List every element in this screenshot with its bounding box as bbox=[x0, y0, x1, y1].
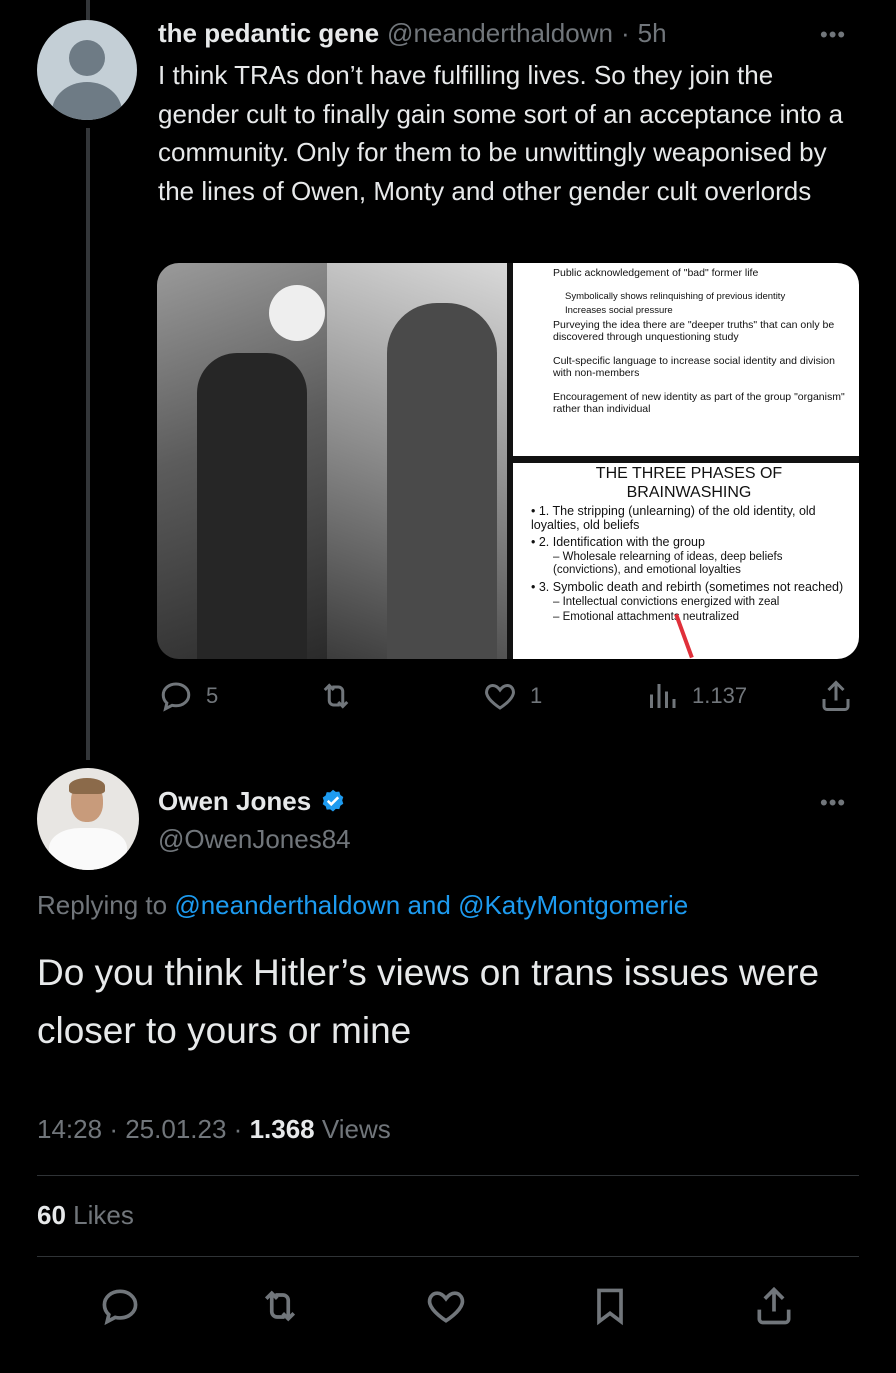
parent-tweet-header: the pedantic gene @neanderthaldown · 5h bbox=[158, 18, 667, 49]
more-options-icon[interactable]: ••• bbox=[820, 790, 846, 816]
figure-silhouette bbox=[197, 353, 307, 659]
slide-line: Cult-specific language to increase socia… bbox=[553, 355, 835, 379]
retweet-button[interactable] bbox=[318, 678, 366, 714]
default-avatar-head bbox=[69, 40, 105, 76]
share-button[interactable] bbox=[818, 678, 854, 714]
meta-dot: · bbox=[233, 1114, 243, 1144]
replying-prefix: Replying to bbox=[37, 890, 168, 920]
verified-icon bbox=[322, 789, 344, 811]
reply-button[interactable]: 5 bbox=[158, 678, 218, 714]
bookmark-button[interactable] bbox=[588, 1284, 632, 1328]
views-button[interactable]: 1.137 bbox=[644, 678, 747, 714]
author-avatar[interactable] bbox=[37, 768, 139, 870]
header-separator: · bbox=[620, 18, 630, 48]
reply-mention-2[interactable]: @KatyMontgomerie bbox=[458, 890, 688, 920]
tweet-date[interactable]: 25.01.23 bbox=[125, 1114, 226, 1144]
slide-line: Increases social pressure bbox=[565, 305, 673, 316]
thread-line bbox=[86, 128, 90, 760]
media-slide-top: Public acknowledgement of "bad" former l… bbox=[513, 263, 859, 456]
replying-to: Replying to @neanderthaldown and @KatyMo… bbox=[37, 890, 688, 921]
parent-tweet-text: I think TRAs don’t have fulfilling lives… bbox=[158, 60, 844, 206]
retweet-icon bbox=[323, 683, 349, 709]
share-icon bbox=[822, 680, 850, 711]
slide-point: • 3. Symbolic death and rebirth (sometim… bbox=[531, 580, 844, 594]
parent-avatar[interactable] bbox=[37, 20, 137, 120]
slide-subpoint: – Emotional attachments neutralized bbox=[553, 611, 740, 623]
reply-icon bbox=[161, 682, 191, 712]
views-label: Views bbox=[321, 1114, 391, 1144]
like-count: 1 bbox=[530, 683, 543, 708]
slide-subpoint: – Intellectual convictions energized wit… bbox=[553, 596, 780, 608]
author-name-row[interactable]: Owen Jones bbox=[158, 786, 347, 817]
reply-mention-1[interactable]: @neanderthaldown bbox=[174, 890, 400, 920]
slide-line: Encouragement of new identity as part of… bbox=[553, 391, 845, 415]
retweet-icon bbox=[264, 1290, 296, 1322]
retweet-button[interactable] bbox=[258, 1284, 302, 1328]
slide-title: BRAINWASHING bbox=[626, 484, 752, 501]
tweet-time[interactable]: 14:28 bbox=[37, 1114, 102, 1144]
likes-summary[interactable]: 60 Likes bbox=[37, 1200, 134, 1231]
meta-dot: · bbox=[109, 1114, 118, 1144]
slide-point: • 1. The stripping (unlearning) of the o… bbox=[531, 504, 816, 532]
slide-title: THE THREE PHASES OF bbox=[595, 465, 783, 482]
views-count: 1.137 bbox=[692, 683, 748, 708]
share-icon bbox=[757, 1286, 791, 1325]
parent-tweet-actions: 5 1 1.137 bbox=[158, 678, 858, 718]
views-icon bbox=[650, 684, 676, 708]
author-name[interactable]: Owen Jones bbox=[158, 786, 311, 817]
slide-subpoint: – Wholesale relearning of ideas, deep be… bbox=[553, 551, 783, 576]
like-button[interactable] bbox=[424, 1284, 468, 1328]
figure-silhouette-2 bbox=[387, 303, 497, 659]
likes-total: 60 bbox=[37, 1200, 66, 1230]
like-icon bbox=[427, 1291, 465, 1323]
like-icon bbox=[485, 683, 515, 710]
default-avatar-torso bbox=[52, 82, 122, 120]
like-button[interactable]: 1 bbox=[482, 678, 542, 714]
divider bbox=[37, 1256, 859, 1257]
slide-line: Public acknowledgement of "bad" former l… bbox=[553, 267, 759, 279]
avatar-shirt bbox=[49, 828, 127, 870]
parent-author-name[interactable]: the pedantic gene bbox=[158, 18, 379, 49]
bookmark-icon bbox=[597, 1288, 623, 1326]
tweet-action-bar bbox=[0, 1284, 896, 1328]
parent-more-icon[interactable]: ••• bbox=[820, 22, 846, 48]
share-button[interactable] bbox=[752, 1284, 796, 1328]
media-photo-left bbox=[157, 263, 327, 659]
reply-count: 5 bbox=[206, 683, 219, 708]
slide-line: Symbolically shows relinquishing of prev… bbox=[565, 291, 786, 302]
reply-icon bbox=[102, 1289, 138, 1326]
parent-tweet-age[interactable]: 5h bbox=[638, 18, 667, 49]
avatar-hair bbox=[69, 778, 105, 794]
author-handle[interactable]: @OwenJones84 bbox=[158, 824, 351, 855]
tweet-meta: 14:28 · 25.01.23 · 1.368 Views bbox=[37, 1114, 391, 1145]
divider bbox=[37, 1175, 859, 1176]
media-photo-middle bbox=[327, 263, 507, 659]
parent-author-handle[interactable]: @neanderthaldown bbox=[387, 18, 613, 49]
parent-tweet-media[interactable]: Public acknowledgement of "bad" former l… bbox=[157, 263, 859, 659]
slide-point: • 2. Identification with the group bbox=[531, 535, 705, 549]
flag-emblem bbox=[269, 285, 325, 341]
reply-and: and bbox=[407, 890, 451, 920]
reply-button[interactable] bbox=[98, 1284, 142, 1328]
thread-line-top bbox=[86, 0, 90, 20]
tweet-text: Do you think Hitler’s views on trans iss… bbox=[37, 952, 820, 1051]
likes-label: Likes bbox=[73, 1200, 134, 1230]
slide-line: Purveying the idea there are "deeper tru… bbox=[553, 319, 835, 343]
media-slide-bottom: THE THREE PHASES OF BRAINWASHING • 1. Th… bbox=[513, 463, 859, 659]
views-total: 1.368 bbox=[249, 1114, 315, 1144]
